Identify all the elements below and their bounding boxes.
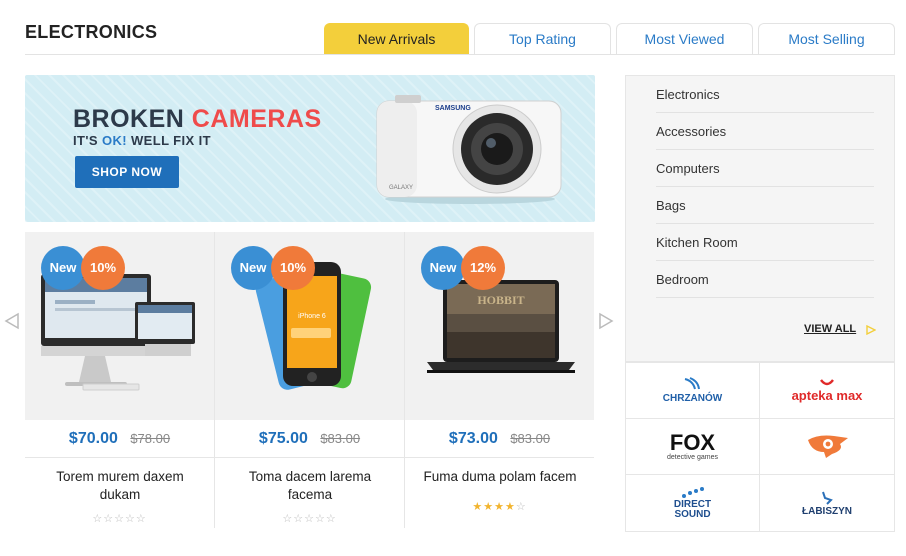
product-name[interactable]: Fuma duma polam facem <box>415 468 585 486</box>
sound-dots-icon <box>681 487 704 498</box>
star-icon: ★ <box>483 501 495 513</box>
star-icon: ☆ <box>135 513 147 525</box>
tab-most-selling[interactable]: Most Selling <box>758 23 895 54</box>
product-old-price: $83.00 <box>510 431 551 446</box>
product-old-price: $83.00 <box>320 431 361 446</box>
star-icon: ★ <box>504 501 516 513</box>
banner-tagline: IT'S OK! WELL FIX IT <box>73 133 211 148</box>
star-icon: ★ <box>472 501 484 513</box>
camera-model-text: GALAXY <box>389 185 413 191</box>
orange-bird-logo-icon <box>808 435 848 458</box>
star-icon: ★ <box>494 501 505 513</box>
rating-stars: ☆☆☆☆☆ <box>25 512 214 525</box>
camera-image: SAMSUNG GALAXY <box>376 95 562 204</box>
view-all-link[interactable]: VIEW ALL <box>804 323 856 335</box>
price-row: $73.00 $83.00 <box>405 420 594 458</box>
category-item-computers[interactable]: Computers <box>656 150 874 187</box>
discount-badge: 10% <box>81 246 125 290</box>
phone-screen-text: iPhone 6 <box>298 313 326 320</box>
product-image[interactable]: iPhone 6 New 10% <box>215 232 404 420</box>
brand-labiszyn[interactable]: ŁABISZYN <box>760 475 894 531</box>
discount-badge: 12% <box>461 246 505 290</box>
star-icon: ☆ <box>515 501 527 513</box>
product-carousel: New 10% $70.00 $78.00 Torem murem daxem … <box>25 232 595 528</box>
brand-fox[interactable]: FOX detective games <box>626 419 760 475</box>
product-old-price: $78.00 <box>130 431 171 446</box>
price-row: $75.00 $83.00 <box>215 420 404 458</box>
star-icon: ☆ <box>103 513 115 525</box>
promo-banner[interactable]: BROKEN CAMERAS IT'S OK! WELL FIX IT SHOP… <box>25 75 595 222</box>
smile-logo-icon <box>820 379 834 386</box>
star-icon: ☆ <box>325 513 337 525</box>
banner-headline-word-1: BROKEN <box>73 105 185 133</box>
brand-apteka-max[interactable]: apteka max <box>760 363 894 419</box>
new-badge: New <box>421 246 465 290</box>
star-icon: ☆ <box>114 513 125 525</box>
section-title: ELECTRONICS <box>25 22 158 42</box>
product-image[interactable]: HOBBIT New 12% <box>405 232 594 420</box>
product-card[interactable]: iPhone 6 New 10% $75.00 $83.00 Toma dace… <box>215 232 405 528</box>
category-item-electronics[interactable]: Electronics <box>656 76 874 113</box>
product-price: $70.00 <box>68 430 118 447</box>
category-sidebar: Electronics Accessories Computers Bags K… <box>625 75 895 362</box>
star-icon: ☆ <box>282 513 294 525</box>
product-name[interactable]: Toma dacem larema facema <box>225 468 395 504</box>
brand-chrzanow[interactable]: CHRZANÓW <box>626 363 760 419</box>
price-row: $70.00 $78.00 <box>25 420 214 458</box>
rating-stars: ★★★★☆ <box>405 500 594 513</box>
star-icon: ☆ <box>304 513 315 525</box>
product-card[interactable]: HOBBIT New 12% $73.00 $83.00 Fuma duma p… <box>405 232 595 528</box>
carousel-next-icon[interactable] <box>598 312 614 330</box>
product-name[interactable]: Torem murem daxem dukam <box>35 468 205 504</box>
laptop-screen-text: HOBBIT <box>477 293 524 307</box>
brand-subtitle: detective games <box>667 454 718 461</box>
star-icon: ☆ <box>293 513 305 525</box>
tab-top-rating[interactable]: Top Rating <box>474 23 611 54</box>
tab-most-viewed[interactable]: Most Viewed <box>616 23 753 54</box>
product-image[interactable]: New 10% <box>25 232 214 420</box>
brand-name: CHRZANÓW <box>662 393 723 404</box>
banner-tag-part-1: IT'S <box>73 133 98 148</box>
banner-tag-part-2: WELL FIX IT <box>130 133 211 148</box>
star-icon: ☆ <box>124 513 136 525</box>
tab-new-arrivals[interactable]: New Arrivals <box>324 23 469 54</box>
brand-name: DIRECT SOUND <box>673 499 712 520</box>
chrzanow-logo-icon <box>684 377 700 390</box>
tab-bar: New Arrivals Top Rating Most Viewed Most… <box>324 23 895 54</box>
brand-name: ŁABISZYN <box>802 505 852 517</box>
brand-orange-logo[interactable] <box>760 419 894 475</box>
labiszyn-logo-icon <box>822 491 833 505</box>
new-badge: New <box>41 246 85 290</box>
category-item-bedroom[interactable]: Bedroom <box>656 261 874 298</box>
star-icon: ☆ <box>92 513 104 525</box>
camera-brand-text: SAMSUNG <box>435 105 471 112</box>
product-card[interactable]: New 10% $70.00 $78.00 Torem murem daxem … <box>25 232 215 528</box>
carousel-prev-icon[interactable] <box>4 312 20 330</box>
banner-headline-word-2: CAMERAS <box>191 105 322 133</box>
section-header: ELECTRONICS New Arrivals Top Rating Most… <box>25 0 895 55</box>
banner-tag-ok: OK! <box>101 133 127 148</box>
rating-stars: ☆☆☆☆☆ <box>215 512 404 525</box>
banner-headline: BROKEN CAMERAS <box>73 105 322 134</box>
category-item-kitchen-room[interactable]: Kitchen Room <box>656 224 874 261</box>
star-icon: ☆ <box>314 513 326 525</box>
product-price: $73.00 <box>448 430 498 447</box>
category-item-accessories[interactable]: Accessories <box>656 113 874 150</box>
shop-now-button[interactable]: SHOP NOW <box>75 156 179 188</box>
play-arrow-icon[interactable] <box>866 325 876 335</box>
brand-direct-sound[interactable]: DIRECT SOUND <box>626 475 760 531</box>
new-badge: New <box>231 246 275 290</box>
discount-badge: 10% <box>271 246 315 290</box>
product-price: $75.00 <box>258 430 308 447</box>
brand-grid: CHRZANÓW apteka max FOX detective games … <box>625 362 895 532</box>
brand-name: apteka max <box>791 388 863 403</box>
brand-name: FOX <box>669 430 716 455</box>
category-item-bags[interactable]: Bags <box>656 187 874 224</box>
